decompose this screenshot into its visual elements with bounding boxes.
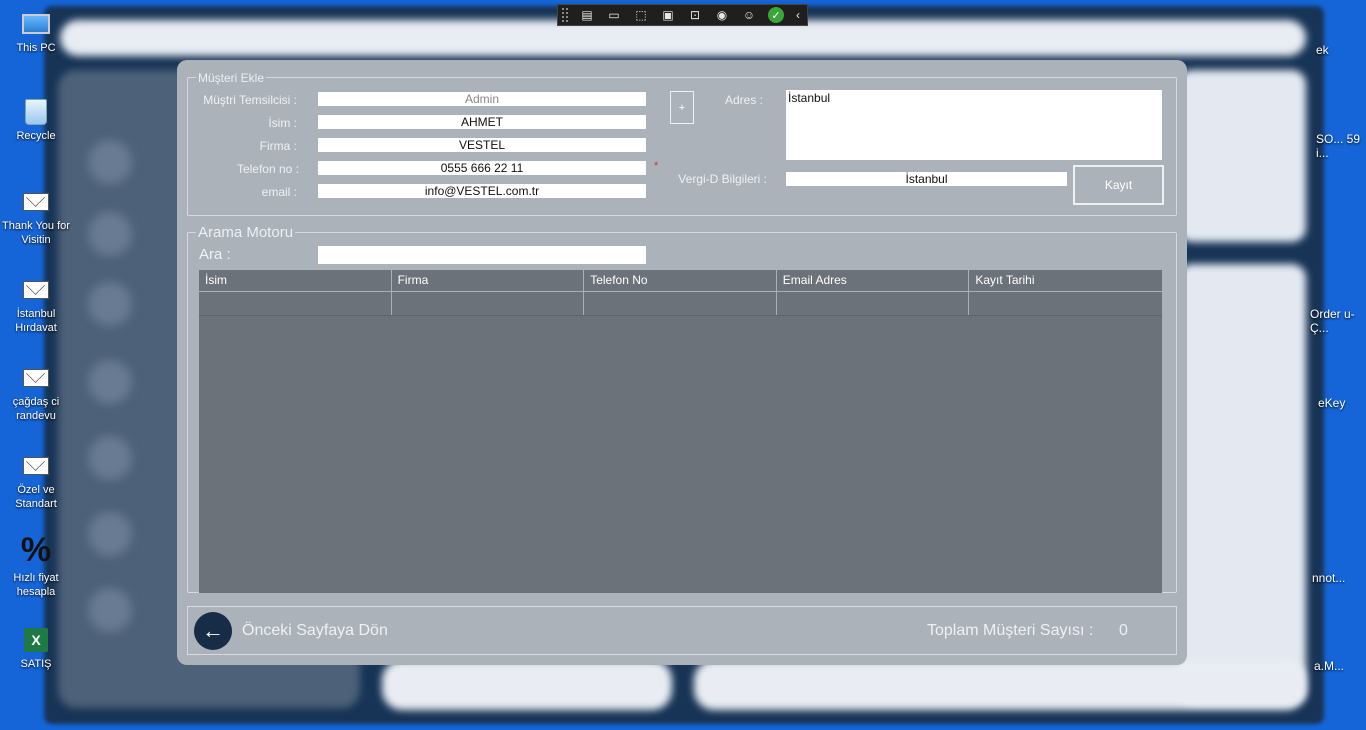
select-pointer-icon[interactable]: ⬚ [629,6,653,24]
desktop-icon-label[interactable]: Order u-Ç... [1310,307,1366,335]
customer-dialog: Müşteri Ekle Müştri Temsilcisi : Admin İ… [177,60,1187,665]
background-card [694,660,1306,710]
desktop-icon-mail[interactable]: Thank You for Visitin [0,188,72,247]
background-menu-icon [88,212,132,256]
address-field[interactable]: İstanbul [786,90,1162,160]
percent-shortcut-icon: % [20,531,52,569]
representative-label: Müştri Temsilcisi : [203,93,297,107]
check-circle-icon[interactable]: ✓ [768,7,784,23]
envelope-icon [20,452,52,480]
envelope-icon [20,188,52,216]
footer-bar: ← Önceki Sayfaya Dön Toplam Müşteri Sayı… [187,606,1177,655]
customer-table: İsim Firma Telefon No Email Adres Kayıt … [199,270,1162,593]
name-label: İsim : [268,116,297,130]
desktop-icon-label[interactable]: a.M... [1314,659,1344,673]
new-window-icon[interactable]: ▤ [575,6,599,24]
background-menu-icon [88,282,132,326]
background-menu-icon [88,140,132,184]
required-mark: * [654,160,659,172]
back-label[interactable]: Önceki Sayfaya Dön [242,622,388,640]
background-card [382,660,672,710]
desktop-icon-label[interactable]: eKey [1318,396,1345,410]
background-menu-icon [88,512,132,556]
company-field[interactable]: VESTEL [318,138,646,152]
tax-label: Vergi-D Bilgileri : [678,172,767,186]
background-card [1178,70,1306,242]
debug-toolbar: ▤ ▭ ⬚ ▣ ⊡ ◉ ☺ ✓ ‹ [557,4,808,26]
save-button[interactable]: Kayıt [1073,165,1164,205]
desktop-icon-excel[interactable]: X SATIŞ [0,626,72,671]
envelope-icon [20,276,52,304]
broadcast-icon[interactable]: ◉ [710,6,734,24]
desktop-icon-mail[interactable]: çağdaş ci randevu [0,364,72,423]
email-label: email : [261,185,297,199]
background-card [1178,264,1306,704]
desktop-icon-mail[interactable]: İstanbul Hırdavat [0,276,72,335]
back-button[interactable]: ← [194,612,232,650]
this-pc-icon [20,10,52,38]
desktop-icon-mail[interactable]: Özel ve Standart [0,452,72,511]
phone-label: Telefon no : [236,162,299,176]
desktop-icon-label[interactable]: ek [1316,43,1329,57]
arrow-left-icon: ← [202,618,224,643]
column-header-phone[interactable]: Telefon No [584,270,777,315]
background-menu-icon [88,436,132,480]
element-pick-icon[interactable]: ⊡ [683,6,707,24]
camera-icon[interactable]: ▭ [602,6,626,24]
accessibility-icon[interactable]: ☺ [737,6,761,24]
desktop-icon-recycle[interactable]: Recycle [0,98,72,143]
table-header: İsim Firma Telefon No Email Adres Kayıt … [199,270,1162,316]
representative-field[interactable]: Admin [318,92,646,106]
company-label: Firma : [259,139,297,153]
desktop-icon-shortcut[interactable]: % Hızlı fiyat hesapla [0,532,72,599]
envelope-icon [20,364,52,392]
search-label: Ara : [199,246,231,263]
column-header-email[interactable]: Email Adres [776,270,970,315]
background-menu-icon [88,588,132,632]
search-legend: Arama Motoru [196,224,296,241]
address-label: Adres : [724,93,763,107]
grip-handle[interactable] [562,8,568,22]
frame-icon[interactable]: ▣ [656,6,680,24]
chevron-left-icon[interactable]: ‹ [791,6,805,24]
total-customers-value: 0 [1119,622,1128,639]
desktop-icon-this-pc[interactable]: This PC [0,10,72,55]
recycle-bin-icon [20,98,52,126]
add-representative-button[interactable]: + [670,91,694,124]
total-customers-label: Toplam Müşteri Sayısı : [927,622,1094,639]
phone-field[interactable]: 0555 666 22 11 [318,161,646,175]
desktop-icon-label[interactable]: nnot... [1312,571,1345,585]
excel-icon: X [20,626,52,654]
tax-field[interactable]: İstanbul [786,172,1067,186]
search-input[interactable] [318,246,646,264]
column-header-name[interactable]: İsim [199,270,392,315]
customer-add-legend: Müşteri Ekle [196,71,267,85]
email-field[interactable]: info@VESTEL.com.tr [318,184,646,198]
column-header-company[interactable]: Firma [391,270,585,315]
column-header-date[interactable]: Kayıt Tarihi [969,270,1162,315]
name-field[interactable]: AHMET [318,115,646,129]
background-menu-icon [88,360,132,404]
desktop-icon-label[interactable]: SO... 59 i... [1316,132,1364,160]
